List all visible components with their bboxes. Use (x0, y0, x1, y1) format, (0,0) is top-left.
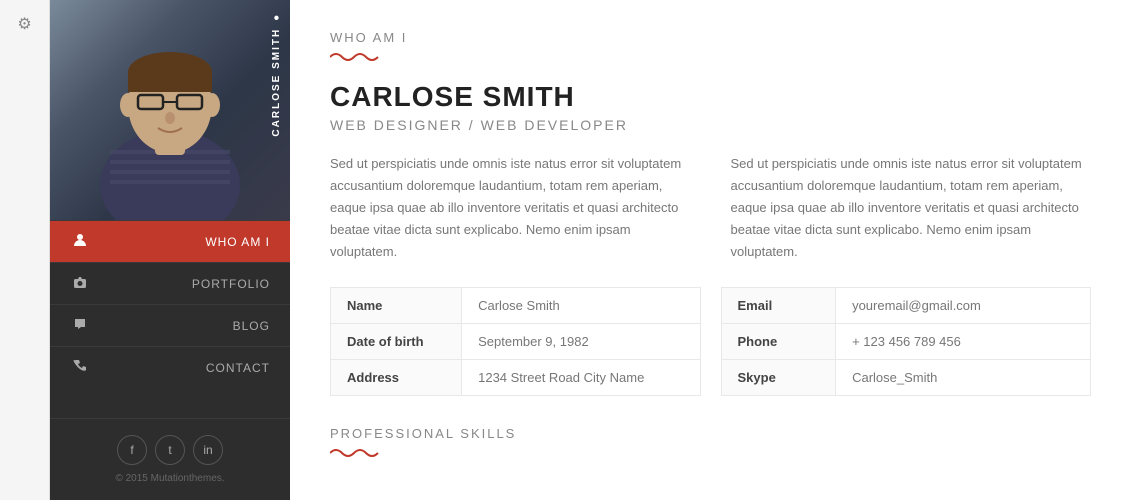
contact-label: CONTACT (206, 361, 270, 375)
bio-right: Sed ut perspiciatis unde omnis iste natu… (731, 153, 1092, 263)
phone-icon (70, 359, 90, 376)
label-skype: Skype (721, 360, 836, 396)
value-name: Carlose Smith (462, 288, 700, 324)
value-address: 1234 Street Road City Name (462, 360, 700, 396)
bio-left: Sed ut perspiciatis unde omnis iste natu… (330, 153, 691, 263)
user-icon (70, 233, 90, 250)
table-row: Address 1234 Street Road City Name (331, 360, 701, 396)
linkedin-icon[interactable]: in (193, 435, 223, 465)
social-icons: f t in (66, 435, 274, 465)
chat-icon (70, 317, 90, 334)
sidebar: CARLOSE SMITH ● WHO AM I PORTFOLIO BLOG (50, 0, 290, 500)
facebook-icon[interactable]: f (117, 435, 147, 465)
profile-name: CARLOSE SMITH (330, 81, 1091, 113)
label-name: Name (331, 288, 462, 324)
bio-columns: Sed ut perspiciatis unde omnis iste natu… (330, 153, 1091, 263)
person-svg (80, 10, 260, 220)
profile-photo (50, 0, 290, 220)
value-email: youremail@gmail.com (836, 288, 1091, 324)
sidebar-nav: WHO AM I PORTFOLIO BLOG CONTACT (50, 220, 290, 418)
sidebar-item-blog[interactable]: BLOG (50, 304, 290, 346)
table-row: Email youremail@gmail.com (721, 288, 1091, 324)
about-label: WHO AM I (205, 235, 270, 249)
sidebar-footer: f t in © 2015 Mutationthemes. (50, 418, 290, 500)
main-content: WHO AM I CARLOSE SMITH WEB DESIGNER / WE… (290, 0, 1131, 500)
label-dob: Date of birth (331, 324, 462, 360)
blog-label: BLOG (233, 319, 270, 333)
skills-wave (330, 447, 1091, 459)
camera-icon (70, 275, 90, 292)
sidebar-item-contact[interactable]: CONTACT (50, 346, 290, 388)
table-row: Date of birth September 9, 1982 (331, 324, 701, 360)
portfolio-label: PORTFOLIO (192, 277, 270, 291)
profile-title: WEB DESIGNER / WEB DEVELOPER (330, 117, 1091, 133)
table-row: Name Carlose Smith (331, 288, 701, 324)
table-row: Skype Carlose_Smith (721, 360, 1091, 396)
table-row: Phone + 123 456 789 456 (721, 324, 1091, 360)
gear-icon[interactable]: ⚙ (17, 14, 31, 34)
value-dob: September 9, 1982 (462, 324, 700, 360)
label-phone: Phone (721, 324, 836, 360)
value-skype: Carlose_Smith (836, 360, 1091, 396)
settings-panel: ⚙ (0, 0, 50, 500)
sidebar-item-portfolio[interactable]: PORTFOLIO (50, 262, 290, 304)
skills-title: PROFESSIONAL SKILLS (330, 426, 1091, 441)
info-table-left: Name Carlose Smith Date of birth Septemb… (330, 287, 701, 396)
sidebar-name-vertical: CARLOSE SMITH ● (271, 10, 282, 137)
sidebar-photo: CARLOSE SMITH ● (50, 0, 290, 220)
info-grid: Name Carlose Smith Date of birth Septemb… (330, 287, 1091, 396)
section-title: WHO AM I (330, 30, 1091, 45)
info-table-right: Email youremail@gmail.com Phone + 123 45… (721, 287, 1092, 396)
twitter-icon[interactable]: t (155, 435, 185, 465)
value-phone: + 123 456 789 456 (836, 324, 1091, 360)
label-email: Email (721, 288, 836, 324)
sidebar-item-about[interactable]: WHO AM I (50, 220, 290, 262)
label-address: Address (331, 360, 462, 396)
copyright-text: © 2015 Mutationthemes. (66, 473, 274, 484)
skills-section: PROFESSIONAL SKILLS (330, 426, 1091, 459)
wave-decoration (330, 51, 1091, 63)
